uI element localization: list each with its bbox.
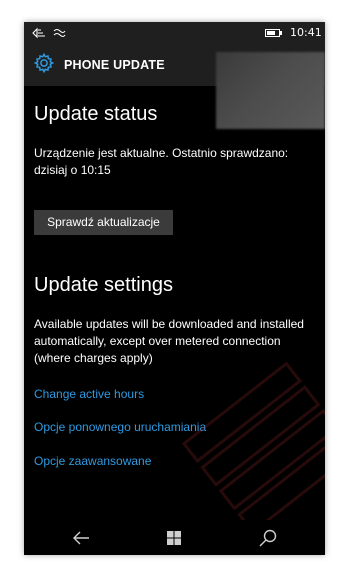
sim-signal-icon bbox=[32, 27, 45, 39]
status-bar: 10:41 bbox=[24, 22, 325, 44]
phone-screen: 10:41 PHONE UPDATE Update status Urządze… bbox=[24, 22, 325, 555]
update-status-message: Urządzenie jest aktualne. Ostatnio spraw… bbox=[34, 146, 289, 177]
change-active-hours-link[interactable]: Change active hours bbox=[34, 387, 144, 401]
page-title: PHONE UPDATE bbox=[64, 58, 165, 72]
update-settings-heading: Update settings bbox=[34, 274, 173, 296]
blurred-region bbox=[216, 52, 325, 129]
status-time: 10:41 bbox=[290, 26, 322, 39]
data-arrows-icon bbox=[53, 28, 66, 38]
update-status-heading: Update status bbox=[34, 103, 158, 125]
battery-level bbox=[267, 31, 275, 35]
battery-icon bbox=[265, 29, 280, 37]
advanced-options-link[interactable]: Opcje zaawansowane bbox=[34, 454, 151, 468]
navigation-bar bbox=[24, 520, 325, 555]
search-icon[interactable] bbox=[256, 526, 280, 550]
back-arrow-icon[interactable] bbox=[69, 526, 93, 550]
check-for-updates-button[interactable]: Sprawdź aktualizacje bbox=[34, 210, 173, 235]
windows-logo-icon[interactable] bbox=[162, 526, 186, 550]
gear-icon bbox=[33, 52, 55, 74]
battery-nub bbox=[280, 31, 282, 35]
